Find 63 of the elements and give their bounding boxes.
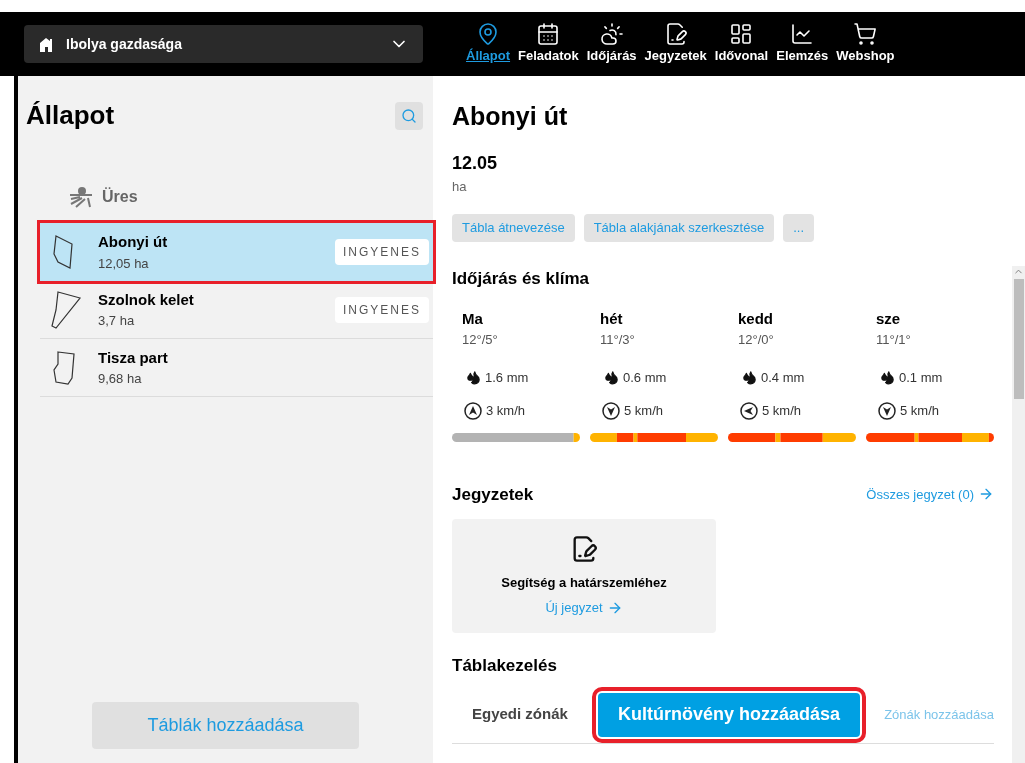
cloud-sun-icon <box>599 22 624 47</box>
search-icon <box>401 107 417 124</box>
field-list-item[interactable]: Szolnok kelet 3,7 ha INGYENES <box>40 281 433 339</box>
rain-drops-icon <box>466 369 481 385</box>
wind-direction-icon <box>602 401 620 420</box>
farm-selector[interactable]: Ibolya gazdasága <box>24 25 423 63</box>
field-list-item[interactable]: Tisza part 9,68 ha <box>40 339 433 397</box>
section-title: Táblakezelés <box>452 655 558 677</box>
nav-tab[interactable]: Feladatok <box>515 22 582 66</box>
wind-direction-icon <box>740 401 758 420</box>
field-name: Tisza part <box>98 347 169 368</box>
section-title: Jegyzetek <box>452 483 534 506</box>
rain-drops-icon <box>604 369 619 385</box>
cart-icon <box>853 22 878 47</box>
forecast-day: sze <box>866 307 994 330</box>
forecast-day: hét <box>590 307 718 330</box>
note-card-text: Segítség a határszemléhez <box>501 573 667 592</box>
scrollbar-thumb[interactable] <box>1013 279 1024 399</box>
zones-label: Egyedi zónák <box>471 704 569 725</box>
field-list-item[interactable]: Abonyi út 12,05 ha INGYENES <box>40 223 433 281</box>
rain-amount: 0.4 mm <box>761 368 805 387</box>
forecast-day: kedd <box>728 307 856 330</box>
nav-tab[interactable]: Webshop <box>833 22 898 66</box>
calendar-icon <box>536 22 561 47</box>
forecast-day: Ma <box>452 307 580 330</box>
wind-direction-icon <box>464 401 482 420</box>
field-shape-icon <box>50 289 82 330</box>
nav-tab[interactable]: Elemzés <box>773 22 832 66</box>
rain-drops-icon <box>742 369 757 385</box>
field-title: Abonyi út <box>452 101 569 132</box>
rain-drops-icon <box>880 369 895 385</box>
search-button[interactable] <box>395 101 423 130</box>
sidebar-title: Állapot <box>26 99 115 132</box>
forecast-temperature: 11°/1° <box>875 331 912 349</box>
wind-speed: 5 km/h <box>900 402 939 420</box>
field-rain-icon <box>68 185 94 209</box>
rain-amount: 0.6 mm <box>623 368 667 387</box>
wind-direction-icon <box>878 401 896 420</box>
field-area: 3,7 ha <box>98 311 335 331</box>
rain-amount: 1.6 mm <box>485 368 529 387</box>
nav-tab[interactable]: Állapot <box>463 22 514 66</box>
wind-speed: 5 km/h <box>762 402 801 420</box>
forecast-temperature: 12°/0° <box>737 331 775 349</box>
layout-icon <box>729 22 754 47</box>
rain-amount: 0.1 mm <box>899 368 943 387</box>
nav-tab[interactable]: Jegyzetek <box>641 22 710 66</box>
field-area: 12,05 ha <box>98 253 335 273</box>
group-label: Üres <box>102 186 138 207</box>
area-value: 12.05 <box>452 151 499 175</box>
wind-speed: 3 km/h <box>486 402 525 420</box>
nav-tab[interactable]: Időjárás <box>583 22 640 66</box>
plan-badge: INGYENES <box>335 239 429 265</box>
area-unit: ha <box>452 177 468 196</box>
plan-badge: INGYENES <box>335 296 429 323</box>
wind-speed: 5 km/h <box>624 402 663 420</box>
forecast-temperature: 12°/5° <box>461 331 499 349</box>
field-name: Abonyi út <box>98 232 169 252</box>
field-name: Szolnok kelet <box>98 289 195 310</box>
nav-tab[interactable]: Idővonal <box>711 22 772 66</box>
field-area: 9,68 ha <box>98 369 429 389</box>
chart-icon <box>790 22 815 47</box>
forecast-temperature: 11°/3° <box>599 331 636 349</box>
section-title: Időjárás és klíma <box>452 268 591 290</box>
